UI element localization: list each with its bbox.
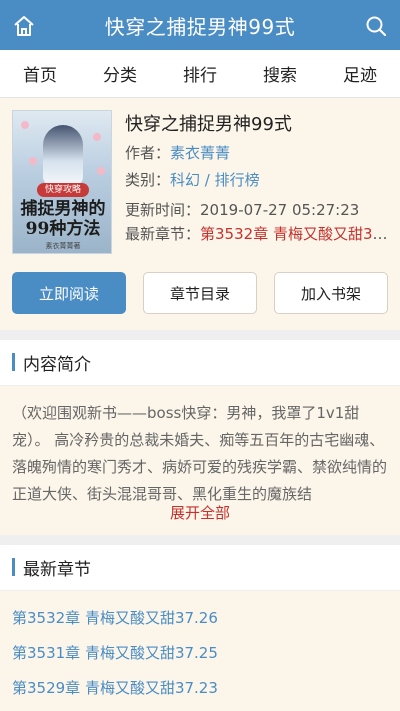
- author-label: 作者：: [125, 144, 171, 162]
- top-bar: 快穿之捕捉男神99式: [0, 0, 400, 50]
- update-time: 2019-07-27 05:27:23: [200, 201, 360, 219]
- latest-header: 最新章节: [0, 545, 400, 589]
- cover-author: 素衣菁菁著: [45, 242, 81, 250]
- nav-history[interactable]: 足迹: [343, 61, 377, 86]
- latest-chapter-link[interactable]: 第3532章 青梅又酸又甜37.26: [200, 225, 390, 243]
- section-bar: [12, 558, 15, 576]
- category-separator: /: [200, 171, 215, 189]
- update-row: 更新时间：2019-07-27 05:27:23: [125, 199, 359, 220]
- author-link[interactable]: 素衣菁菁: [170, 144, 230, 162]
- book-title: 快穿之捕捉男神99式: [125, 114, 292, 135]
- latest-row: 最新章节：第3532章 青梅又酸又甜37.26: [125, 223, 390, 244]
- update-label: 更新时间：: [125, 201, 201, 219]
- cover-figure: [43, 125, 83, 185]
- cover-flower: [97, 167, 105, 175]
- intro-header: 内容简介: [0, 340, 400, 384]
- cover-title: 捕捉男神的99种方法: [20, 199, 106, 239]
- intro-heading: 内容简介: [23, 354, 91, 375]
- toc-button[interactable]: 章节目录: [143, 272, 257, 314]
- divider: [0, 535, 400, 545]
- expand-all-link[interactable]: 展开全部: [0, 502, 400, 523]
- section-bar: [12, 353, 15, 371]
- cover-badge: 快穿攻略: [37, 183, 89, 197]
- nav-search[interactable]: 搜索: [263, 61, 297, 86]
- intro-panel: （欢迎围观新书——boss快穿：男神，我罩了1v1甜宠）。 高冷矜贵的总裁未婚夫…: [0, 385, 400, 535]
- rank-link[interactable]: 排行榜: [215, 171, 260, 189]
- add-to-shelf-button[interactable]: 加入书架: [274, 272, 388, 314]
- latest-label: 最新章节：: [125, 225, 201, 243]
- cover-flower: [29, 157, 37, 165]
- author-row: 作者：素衣菁菁: [125, 142, 230, 163]
- nav-ranking[interactable]: 排行: [183, 61, 217, 86]
- latest-chapter-list: 第3532章 青梅又酸又甜37.26 第3531章 青梅又酸又甜37.25 第3…: [0, 590, 400, 711]
- chapter-link[interactable]: 第3529章 青梅又酸又甜37.23: [12, 677, 218, 698]
- book-cover[interactable]: 快穿攻略 捕捉男神的99种方法 素衣菁菁著: [12, 110, 112, 254]
- nav-home[interactable]: 首页: [23, 61, 57, 86]
- cover-flower: [93, 133, 101, 141]
- category-label: 类别：: [125, 171, 171, 189]
- home-icon[interactable]: [12, 14, 36, 38]
- main-nav: 首页 分类 排行 搜索 足迹: [0, 50, 400, 98]
- latest-heading: 最新章节: [23, 559, 91, 580]
- intro-text: （欢迎围观新书——boss快穿：男神，我罩了1v1甜宠）。 高冷矜贵的总裁未婚夫…: [12, 404, 388, 503]
- page-title: 快穿之捕捉男神99式: [104, 14, 296, 39]
- chapter-link[interactable]: 第3531章 青梅又酸又甜37.25: [12, 642, 218, 663]
- read-now-button[interactable]: 立即阅读: [12, 272, 126, 314]
- divider: [0, 330, 400, 340]
- cover-flower: [21, 121, 29, 129]
- nav-category[interactable]: 分类: [103, 61, 137, 86]
- search-icon[interactable]: [364, 14, 388, 38]
- category-row: 类别：科幻 / 排行榜: [125, 169, 260, 190]
- category-link[interactable]: 科幻: [170, 171, 200, 189]
- chapter-link[interactable]: 第3532章 青梅又酸又甜37.26: [12, 607, 218, 628]
